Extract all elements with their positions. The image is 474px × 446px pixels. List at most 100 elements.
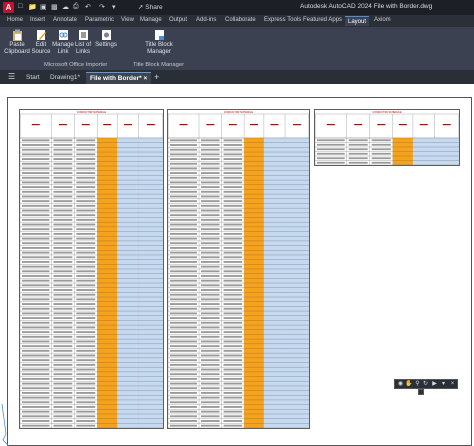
settings-button[interactable]: Settings	[95, 29, 117, 49]
tab-annotate[interactable]: Annotate	[53, 17, 77, 23]
zoom-extents-icon[interactable]: ⚲	[414, 381, 421, 388]
table-cell	[371, 143, 391, 146]
table-cell	[53, 214, 73, 217]
showmotion-icon[interactable]: ▶	[431, 381, 438, 388]
table-cell	[201, 312, 220, 315]
title-block-manager-button[interactable]: Title Block Manager	[142, 29, 176, 56]
table-cell	[53, 377, 73, 380]
table-cell	[201, 167, 220, 170]
table-cell	[348, 139, 368, 142]
table-cell	[170, 148, 198, 151]
table-cell	[201, 158, 220, 160]
tab-drawing1-label: Drawing1*	[50, 74, 80, 81]
navbar-close-icon[interactable]: ×	[449, 381, 456, 388]
table-cell	[53, 335, 73, 338]
table-cell	[53, 279, 73, 282]
table-cell	[223, 382, 243, 385]
full-navigation-wheel-icon[interactable]: ◉	[397, 381, 404, 388]
ribbon-tab-bar: Home Insert Annotate Parametric View Man…	[0, 15, 474, 27]
more-dropdown-icon[interactable]: ▾	[112, 3, 116, 11]
table-cell	[170, 228, 198, 231]
tab-output[interactable]: Output	[169, 17, 187, 23]
paste-clipboard-button[interactable]: Paste Clipboard	[4, 29, 30, 56]
list-of-links-button[interactable]: List of Links	[73, 29, 93, 56]
table-cell	[170, 200, 198, 203]
table-cell	[201, 410, 220, 413]
tab-view[interactable]: View	[121, 17, 134, 23]
tab-express-tools[interactable]: Express Tools	[264, 17, 301, 23]
table-cell	[201, 321, 220, 324]
window-title: Autodesk AutoCAD 2024 File with Border.d…	[300, 3, 433, 10]
table-cell	[53, 340, 73, 343]
tab-featured-apps[interactable]: Featured Apps	[303, 17, 342, 23]
title-bar: A □ 📁 ▣ ▩ ☁ ⎙ ↶ ↷ ▾ ➚ Share Autodesk Aut…	[0, 0, 474, 15]
tab-parametric[interactable]: Parametric	[85, 17, 114, 23]
share-button[interactable]: ➚ Share	[138, 3, 163, 11]
table-cell	[170, 158, 198, 160]
table-cell	[170, 345, 198, 348]
settings-label: Settings	[95, 42, 117, 48]
table-cell	[170, 354, 198, 357]
table-cell	[22, 382, 50, 385]
tab-layout[interactable]: Layout	[345, 16, 370, 26]
tab-home[interactable]: Home	[7, 17, 23, 23]
redo-icon[interactable]: ↷	[99, 3, 105, 11]
table-cell	[170, 391, 198, 394]
table-cell	[201, 331, 220, 334]
column-header	[419, 124, 428, 126]
plot-icon[interactable]: ⎙	[73, 3, 79, 11]
table-cell	[76, 237, 96, 240]
drawing-canvas[interactable]: CONDUCTOR SCHEDULE CONDUCTOR SCHEDULE CO…	[0, 84, 474, 446]
tab-add-ins[interactable]: Add-ins	[196, 17, 216, 23]
table-cell	[201, 228, 220, 231]
table-cell	[53, 218, 73, 221]
new-tab-button[interactable]: +	[150, 72, 163, 84]
column-header	[179, 124, 188, 126]
table-cell	[22, 242, 50, 245]
column-header	[146, 124, 155, 126]
autocad-logo[interactable]: A	[3, 2, 14, 13]
pan-icon[interactable]: ✋	[405, 381, 412, 388]
manage-link-button[interactable]: Manage Link	[52, 29, 74, 56]
cloud-icon[interactable]: ☁	[62, 3, 69, 11]
tab-file-with-border[interactable]: File with Border* ×	[86, 72, 152, 84]
edit-source-button[interactable]: Edit Source	[30, 29, 52, 56]
group-microsoft-office-importer: Microsoft Office Importer	[44, 62, 108, 68]
table-cell	[76, 349, 96, 352]
table-cell	[22, 279, 50, 282]
save-as-icon[interactable]: ▩	[51, 3, 58, 11]
tab-axiom[interactable]: Axiom	[374, 17, 391, 23]
table-cell	[201, 265, 220, 268]
share-label: Share	[145, 4, 163, 11]
open-folder-icon[interactable]: 📁	[28, 3, 37, 11]
table-cell	[76, 261, 96, 263]
new-file-icon[interactable]: □	[18, 3, 22, 10]
table-cell	[76, 303, 96, 305]
table-cell	[53, 265, 73, 268]
save-icon[interactable]: ▣	[40, 3, 47, 11]
undo-icon[interactable]: ↶	[85, 3, 91, 11]
tab-collaborate[interactable]: Collaborate	[225, 17, 256, 23]
table-cell	[223, 410, 243, 413]
tab-insert[interactable]: Insert	[30, 17, 45, 23]
tab-manage[interactable]: Manage	[140, 17, 162, 23]
tab-start[interactable]: Start	[22, 72, 44, 84]
tab-drawing1[interactable]: Drawing1*	[46, 72, 84, 84]
orbit-icon[interactable]: ↻	[422, 381, 429, 388]
navbar-toggle-icon[interactable]	[418, 389, 424, 395]
column-header	[250, 124, 259, 126]
table-cell	[22, 195, 50, 198]
table-title: CONDUCTOR SCHEDULE	[77, 111, 107, 114]
table-cell	[201, 349, 220, 352]
table-cell	[22, 354, 50, 357]
table-cell	[22, 345, 50, 348]
close-icon[interactable]: ×	[143, 75, 147, 82]
table-cell	[76, 256, 96, 259]
table-cell	[201, 270, 220, 273]
menu-icon[interactable]: ☰	[4, 72, 19, 84]
table-cell	[76, 317, 96, 320]
table-title: CONDUCTOR SCHEDULE	[224, 111, 254, 114]
table-cell	[201, 176, 220, 179]
expand-icon[interactable]: ▾	[440, 381, 447, 388]
table-cell	[76, 359, 96, 362]
